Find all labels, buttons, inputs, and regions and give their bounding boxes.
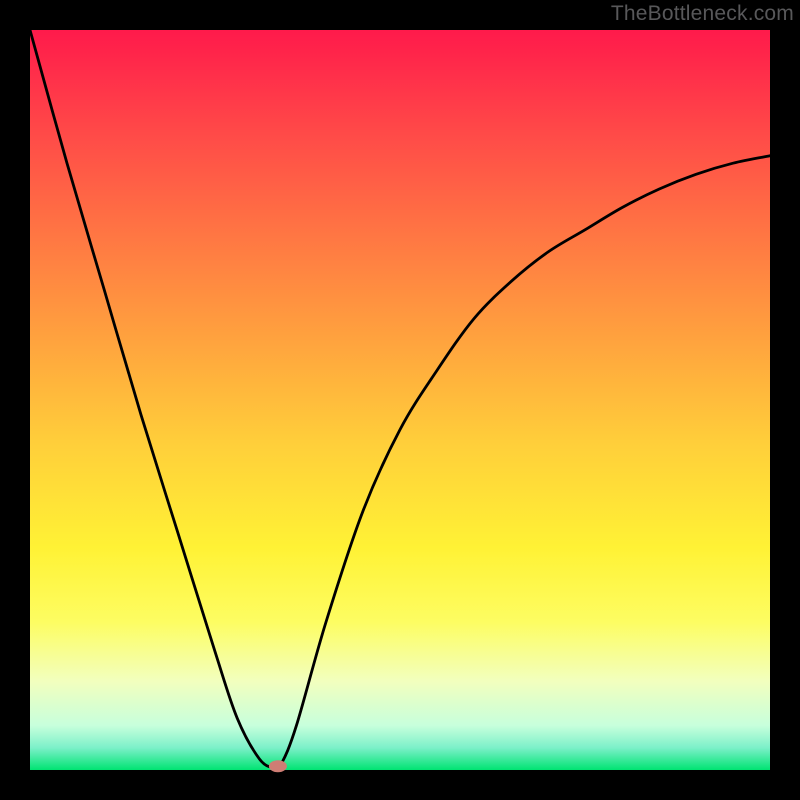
bottleneck-curve [30,30,770,769]
attribution-text: TheBottleneck.com [611,2,794,26]
curve-svg [30,30,770,770]
plot-area [30,30,770,770]
optimal-point-marker [269,760,287,772]
chart-frame: TheBottleneck.com [0,0,800,800]
